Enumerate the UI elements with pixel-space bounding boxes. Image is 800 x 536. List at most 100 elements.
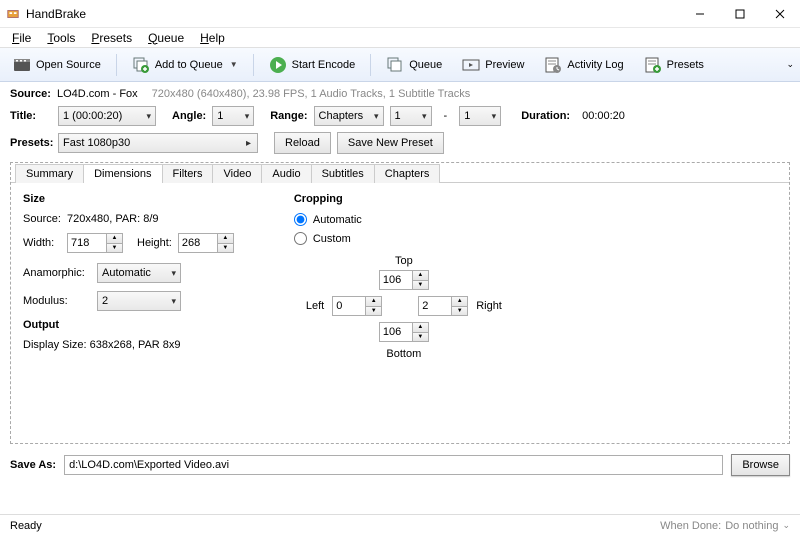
- cropping-custom-radio[interactable]: [294, 232, 307, 245]
- size-heading: Size: [23, 193, 234, 205]
- title-row: Title: 1 (00:00:20) Angle: 1 Range: Chap…: [10, 106, 790, 126]
- toolbar-overflow-icon[interactable]: ⌄: [786, 59, 794, 70]
- crop-bottom-stepper[interactable]: ▲▼: [379, 322, 429, 342]
- spin-down-icon[interactable]: ▼: [413, 333, 428, 342]
- save-as-row: Save As: Browse: [0, 448, 800, 482]
- presets-icon: [644, 56, 662, 74]
- angle-select[interactable]: 1: [212, 106, 254, 126]
- cropping-automatic-label: Automatic: [313, 214, 362, 226]
- width-stepper[interactable]: ▲▼: [67, 233, 123, 253]
- tab-video[interactable]: Video: [212, 164, 262, 183]
- queue-label: Queue: [409, 59, 442, 71]
- range-label: Range:: [270, 110, 307, 122]
- crop-bottom-input[interactable]: [379, 322, 413, 342]
- close-button[interactable]: [760, 0, 800, 28]
- toolbar-separator: [370, 54, 371, 76]
- spin-up-icon[interactable]: ▲: [452, 297, 467, 307]
- spin-down-icon[interactable]: ▼: [218, 244, 233, 253]
- crop-left-stepper[interactable]: ▲▼: [332, 296, 382, 316]
- add-to-queue-button[interactable]: Add to Queue ▼: [125, 52, 245, 78]
- crop-right-stepper[interactable]: ▲▼: [418, 296, 468, 316]
- height-stepper[interactable]: ▲▼: [178, 233, 234, 253]
- spin-up-icon[interactable]: ▲: [366, 297, 381, 307]
- menu-help[interactable]: Help: [192, 29, 233, 47]
- modulus-select[interactable]: 2: [97, 291, 181, 311]
- spin-down-icon[interactable]: ▼: [413, 281, 428, 290]
- title-select[interactable]: 1 (00:00:20): [58, 106, 156, 126]
- when-done-dropdown-icon[interactable]: ⌄: [782, 520, 790, 531]
- crop-top-label: Top: [395, 255, 413, 267]
- range-to-select[interactable]: 1: [459, 106, 501, 126]
- crop-left-label: Left: [306, 300, 324, 312]
- add-to-queue-label: Add to Queue: [155, 59, 223, 71]
- presets-button[interactable]: Presets: [637, 52, 711, 78]
- source-label: Source:: [10, 88, 51, 100]
- menu-presets[interactable]: Presets: [83, 29, 140, 47]
- presets-row: Presets: Fast 1080p30 Reload Save New Pr…: [10, 132, 790, 154]
- crop-bottom-label: Bottom: [386, 348, 421, 360]
- activity-log-button[interactable]: Activity Log: [537, 52, 630, 78]
- tab-summary[interactable]: Summary: [15, 164, 84, 183]
- modulus-label: Modulus:: [23, 295, 91, 307]
- range-separator: -: [438, 110, 454, 122]
- anamorphic-select[interactable]: Automatic: [97, 263, 181, 283]
- tab-audio[interactable]: Audio: [261, 164, 311, 183]
- save-as-input[interactable]: [64, 455, 723, 475]
- cropping-heading: Cropping: [294, 193, 514, 205]
- spin-down-icon[interactable]: ▼: [107, 244, 122, 253]
- browse-button[interactable]: Browse: [731, 454, 790, 476]
- anamorphic-label: Anamorphic:: [23, 267, 91, 279]
- window-title: HandBrake: [26, 7, 680, 21]
- tab-dimensions[interactable]: Dimensions: [83, 164, 162, 183]
- display-size-value: Display Size: 638x268, PAR 8x9: [23, 339, 181, 351]
- menu-file[interactable]: File: [4, 29, 39, 47]
- queue-button[interactable]: Queue: [379, 52, 449, 78]
- tab-chapters[interactable]: Chapters: [374, 164, 441, 183]
- when-done-value: Do nothing: [725, 520, 778, 532]
- height-label: Height:: [137, 237, 172, 249]
- start-encode-button[interactable]: Start Encode: [262, 52, 363, 78]
- source-row: Source: LO4D.com - Fox 720x480 (640x480)…: [10, 88, 790, 100]
- output-heading: Output: [23, 319, 234, 331]
- when-done-label: When Done:: [660, 520, 721, 532]
- crop-right-input[interactable]: [418, 296, 452, 316]
- angle-label: Angle:: [172, 110, 206, 122]
- spin-up-icon[interactable]: ▲: [218, 234, 233, 244]
- menu-tools[interactable]: Tools: [39, 29, 83, 47]
- reload-button[interactable]: Reload: [274, 132, 331, 154]
- tab-subtitles[interactable]: Subtitles: [311, 164, 375, 183]
- crop-left-input[interactable]: [332, 296, 366, 316]
- spin-down-icon[interactable]: ▼: [452, 307, 467, 316]
- spin-up-icon[interactable]: ▲: [413, 271, 428, 281]
- dropdown-arrow-icon[interactable]: ▼: [230, 60, 238, 69]
- activity-log-icon: [544, 56, 562, 74]
- spin-down-icon[interactable]: ▼: [366, 307, 381, 316]
- preset-select[interactable]: Fast 1080p30: [58, 133, 258, 153]
- status-text: Ready: [10, 520, 42, 532]
- spin-up-icon[interactable]: ▲: [107, 234, 122, 244]
- source-size-label: Source:: [23, 213, 61, 225]
- range-type-select[interactable]: Chapters: [314, 106, 384, 126]
- toolbar-separator: [253, 54, 254, 76]
- height-input[interactable]: [178, 233, 218, 253]
- presets-label: Presets:: [10, 137, 52, 149]
- spin-up-icon[interactable]: ▲: [413, 323, 428, 333]
- app-icon: [6, 7, 20, 21]
- crop-top-stepper[interactable]: ▲▼: [379, 270, 429, 290]
- cropping-automatic-radio[interactable]: [294, 213, 307, 226]
- toolbar-separator: [116, 54, 117, 76]
- maximize-button[interactable]: [720, 0, 760, 28]
- preview-button[interactable]: Preview: [455, 52, 531, 78]
- tab-filters[interactable]: Filters: [162, 164, 214, 183]
- menu-queue[interactable]: Queue: [140, 29, 192, 47]
- minimize-button[interactable]: [680, 0, 720, 28]
- width-input[interactable]: [67, 233, 107, 253]
- crop-top-input[interactable]: [379, 270, 413, 290]
- open-source-button[interactable]: Open Source: [6, 52, 108, 78]
- range-from-select[interactable]: 1: [390, 106, 432, 126]
- width-label: Width:: [23, 237, 61, 249]
- cropping-custom-label: Custom: [313, 233, 351, 245]
- source-info: 720x480 (640x480), 23.98 FPS, 1 Audio Tr…: [152, 88, 471, 100]
- preview-icon: [462, 56, 480, 74]
- save-new-preset-button[interactable]: Save New Preset: [337, 132, 444, 154]
